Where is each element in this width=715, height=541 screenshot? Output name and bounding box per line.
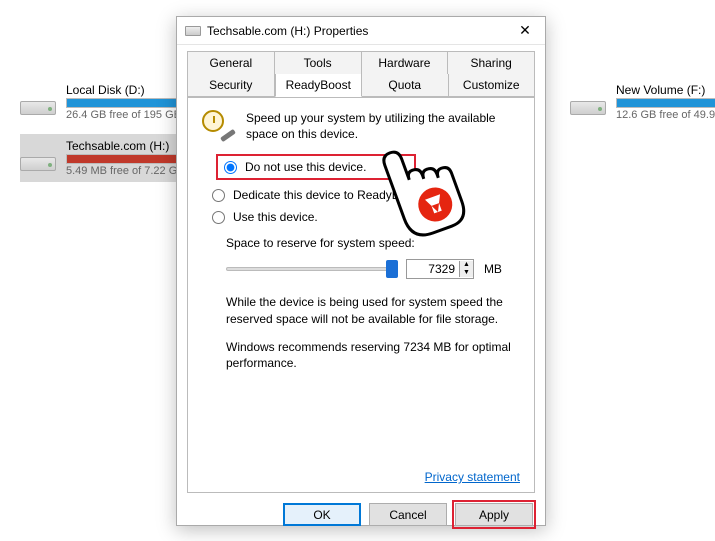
tab-quota[interactable]: Quota xyxy=(362,74,449,97)
tab-sharing[interactable]: Sharing xyxy=(448,51,535,74)
tab-customize[interactable]: Customize xyxy=(449,74,536,97)
tab-readyboost[interactable]: ReadyBoost xyxy=(275,74,363,97)
option-label: Use this device. xyxy=(233,210,318,224)
tab-general[interactable]: General xyxy=(187,51,275,74)
drive-icon xyxy=(570,89,606,115)
option-label: Dedicate this device to ReadyBoost. xyxy=(233,188,426,202)
window-title: Techsable.com (H:) Properties xyxy=(207,24,505,38)
radio-use[interactable] xyxy=(212,211,225,224)
drive-icon xyxy=(20,145,56,171)
reserve-label: Space to reserve for system speed: xyxy=(226,236,520,250)
spin-down[interactable]: ▼ xyxy=(460,269,473,277)
reserve-spinbox[interactable]: ▲ ▼ xyxy=(406,259,474,279)
spin-up[interactable]: ▲ xyxy=(460,261,473,269)
apply-button[interactable]: Apply xyxy=(455,503,533,526)
tab-tools[interactable]: Tools xyxy=(275,51,362,74)
cancel-button[interactable]: Cancel xyxy=(369,503,447,526)
reserve-slider[interactable] xyxy=(226,258,396,280)
dialog-buttons: OK Cancel Apply xyxy=(177,493,545,536)
drive-icon xyxy=(20,89,56,115)
reserve-unit: MB xyxy=(484,262,502,276)
intro-text: Speed up your system by utilizing the av… xyxy=(246,110,520,142)
option-label: Do not use this device. xyxy=(245,160,366,174)
properties-dialog: Techsable.com (H:) Properties ✕ General … xyxy=(176,16,546,526)
titlebar[interactable]: Techsable.com (H:) Properties ✕ xyxy=(177,17,545,45)
close-button[interactable]: ✕ xyxy=(505,17,545,45)
option-do-not-use[interactable]: Do not use this device. xyxy=(216,154,416,180)
drive-row[interactable]: New Volume (F:) 12.6 GB free of 49.9 GB xyxy=(570,78,715,126)
readyboost-icon xyxy=(202,110,236,138)
tab-panel-readyboost: Speed up your system by utilizing the av… xyxy=(187,97,535,493)
drive-name: New Volume (F:) xyxy=(616,83,715,97)
option-use[interactable]: Use this device. xyxy=(212,210,520,224)
drive-usage-bar xyxy=(616,98,715,108)
note-usage: While the device is being used for syste… xyxy=(226,294,520,326)
reserve-input[interactable] xyxy=(407,260,459,278)
tab-hardware[interactable]: Hardware xyxy=(362,51,449,74)
privacy-link[interactable]: Privacy statement xyxy=(425,470,520,484)
tabstrip: General Tools Hardware Sharing Security … xyxy=(177,45,545,97)
note-recommend: Windows recommends reserving 7234 MB for… xyxy=(226,339,520,371)
radio-dedicate[interactable] xyxy=(212,189,225,202)
option-dedicate[interactable]: Dedicate this device to ReadyBoost. xyxy=(212,188,520,202)
radio-do-not-use[interactable] xyxy=(224,161,237,174)
tab-security[interactable]: Security xyxy=(187,74,275,97)
drive-free-text: 12.6 GB free of 49.9 GB xyxy=(616,109,715,121)
ok-button[interactable]: OK xyxy=(283,503,361,526)
drive-icon xyxy=(185,26,201,36)
